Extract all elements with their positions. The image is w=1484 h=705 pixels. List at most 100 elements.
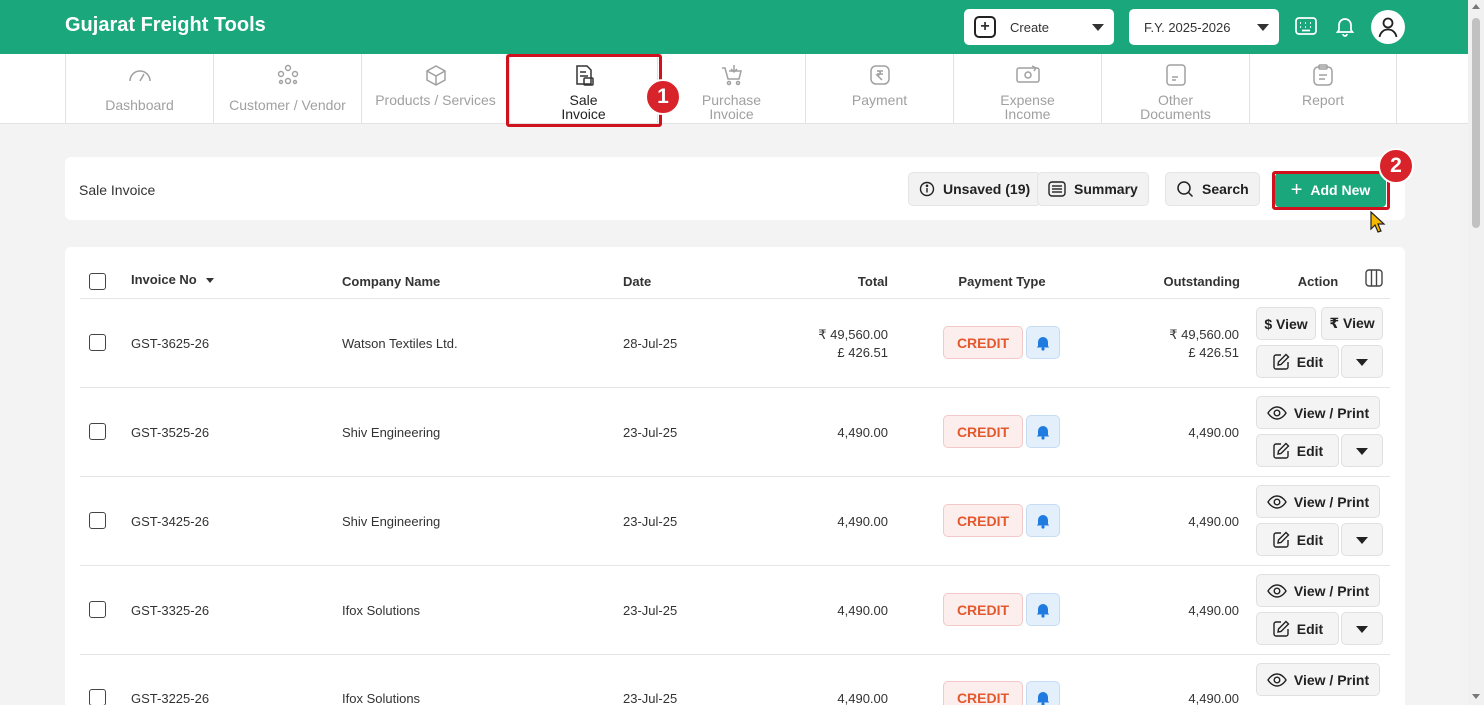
eye-icon (1267, 672, 1287, 687)
invoice-number[interactable]: GST-3625-26 (131, 336, 209, 351)
unsaved-button[interactable]: Unsaved (19) (908, 172, 1042, 206)
column-header-date: Date (623, 274, 652, 289)
search-icon (1177, 181, 1194, 198)
eye-icon (1267, 494, 1287, 509)
invoice-number[interactable]: GST-3325-26 (131, 603, 209, 618)
edit-icon (1273, 442, 1290, 459)
nav-label: Other (1157, 92, 1193, 108)
column-header-payment-type: Payment Type (958, 274, 1046, 289)
invoice-number[interactable]: GST-3525-26 (131, 425, 209, 440)
company-name: Shiv Engineering (342, 425, 441, 440)
row-checkbox[interactable] (89, 423, 106, 440)
view-print-button[interactable]: View / Print (1256, 574, 1380, 607)
view-print-button[interactable]: View / Print (1256, 485, 1380, 518)
users-icon (277, 64, 298, 85)
row-checkbox[interactable] (89, 512, 106, 529)
bell-icon (1036, 514, 1050, 529)
gauge-icon (128, 70, 151, 82)
total-amount: 4,490.00 (837, 603, 888, 618)
reminder-button[interactable] (1026, 593, 1060, 626)
total-amount: 4,490.00 (837, 425, 888, 440)
top-bar: Gujarat Freight Tools + Create F.Y. 2025… (0, 0, 1468, 54)
row-checkbox[interactable] (89, 601, 106, 618)
keyboard-icon[interactable] (1294, 14, 1318, 38)
nav-label: Purchase (701, 92, 762, 108)
nav-customer-vendor[interactable]: Customer / Vendor (213, 54, 361, 124)
payment-type-badge: CREDIT (943, 415, 1023, 448)
outstanding-amount: 4,490.00 (1188, 514, 1239, 529)
scrollbar-thumb[interactable] (1472, 18, 1480, 228)
nav-other-documents[interactable]: Other Documents (1101, 54, 1249, 124)
edit-button[interactable]: Edit (1256, 523, 1339, 556)
cart-icon (721, 65, 742, 86)
column-header-total: Total (857, 274, 888, 289)
column-header-invoice-no[interactable]: Invoice No (131, 272, 215, 287)
rupee-icon (869, 65, 890, 85)
nav-report[interactable]: Report (1249, 54, 1397, 124)
search-button[interactable]: Search (1165, 172, 1260, 206)
edit-button[interactable]: Edit (1256, 434, 1339, 467)
columns-icon[interactable] (1365, 269, 1383, 287)
total-gbp: £ 426.51 (837, 345, 888, 360)
column-header-company: Company Name (342, 274, 441, 289)
nav-label: Dashboard (105, 97, 174, 113)
avatar[interactable] (1371, 10, 1405, 44)
clipboard-icon (1313, 64, 1333, 86)
nav-dashboard[interactable]: Dashboard (65, 54, 213, 124)
view-print-label: View / Print (1293, 493, 1370, 510)
more-actions-dropdown[interactable] (1341, 345, 1383, 378)
edit-button[interactable]: Edit (1256, 345, 1339, 378)
invoice-number[interactable]: GST-3425-26 (131, 514, 209, 529)
user-icon (1378, 17, 1398, 38)
view-print-button[interactable]: View / Print (1256, 663, 1380, 696)
edit-icon (1273, 353, 1290, 370)
nav-expense-income[interactable]: Expense Income (953, 54, 1101, 124)
reminder-button[interactable] (1026, 681, 1060, 705)
view-inr-button[interactable]: ₹ View (1321, 307, 1383, 340)
bell-icon[interactable] (1333, 14, 1357, 38)
reminder-button[interactable] (1026, 415, 1060, 448)
nav-payment[interactable]: Payment (805, 54, 953, 124)
reminder-button[interactable] (1026, 504, 1060, 537)
view-usd-button[interactable]: $ View (1256, 307, 1316, 340)
divider (80, 298, 1390, 299)
invoice-date: 23-Jul-25 (623, 603, 678, 618)
row-checkbox[interactable] (89, 334, 106, 351)
invoice-number[interactable]: GST-3225-26 (131, 691, 209, 705)
outstanding-inr: ₹ 49,560.00 (1169, 327, 1239, 342)
column-header-outstanding: Outstanding (1163, 274, 1240, 289)
more-actions-dropdown[interactable] (1341, 523, 1383, 556)
nav-label-2: Invoice (709, 106, 754, 122)
page-scrollbar[interactable] (1468, 0, 1484, 705)
reminder-button[interactable] (1026, 326, 1060, 359)
plus-icon: + (974, 16, 996, 38)
nav-label-2: Documents (1140, 106, 1211, 122)
summary-button[interactable]: Summary (1037, 172, 1149, 206)
divider (80, 476, 1390, 477)
create-dropdown[interactable]: + Create (964, 9, 1114, 45)
outstanding-gbp: £ 426.51 (1188, 345, 1239, 360)
bell-icon (1036, 603, 1050, 618)
nav-products-services[interactable]: Products / Services (361, 54, 509, 124)
column-header-action: Action (1297, 274, 1339, 289)
divider (80, 387, 1390, 388)
invoice-date: 23-Jul-25 (623, 691, 678, 705)
row-checkbox[interactable] (89, 689, 106, 705)
select-all-checkbox[interactable] (89, 273, 106, 290)
fiscal-year-dropdown[interactable]: F.Y. 2025-2026 (1129, 9, 1279, 45)
payment-type-badge: CREDIT (943, 326, 1023, 359)
document-icon (1165, 64, 1186, 86)
view-print-button[interactable]: View / Print (1256, 396, 1380, 429)
company-name: Ifox Solutions (342, 603, 421, 618)
edit-button[interactable]: Edit (1256, 612, 1339, 645)
nav-label-2: Income (1004, 106, 1051, 122)
scroll-up-icon[interactable] (1472, 4, 1480, 9)
company-name: Shiv Engineering (342, 514, 441, 529)
column-label: Invoice No (131, 272, 197, 287)
more-actions-dropdown[interactable] (1341, 612, 1383, 645)
more-actions-dropdown[interactable] (1341, 434, 1383, 467)
app-title: Gujarat Freight Tools (65, 14, 266, 36)
nav-label: Report (1301, 92, 1345, 108)
scroll-down-icon[interactable] (1472, 694, 1480, 699)
create-label: Create (1010, 19, 1050, 35)
